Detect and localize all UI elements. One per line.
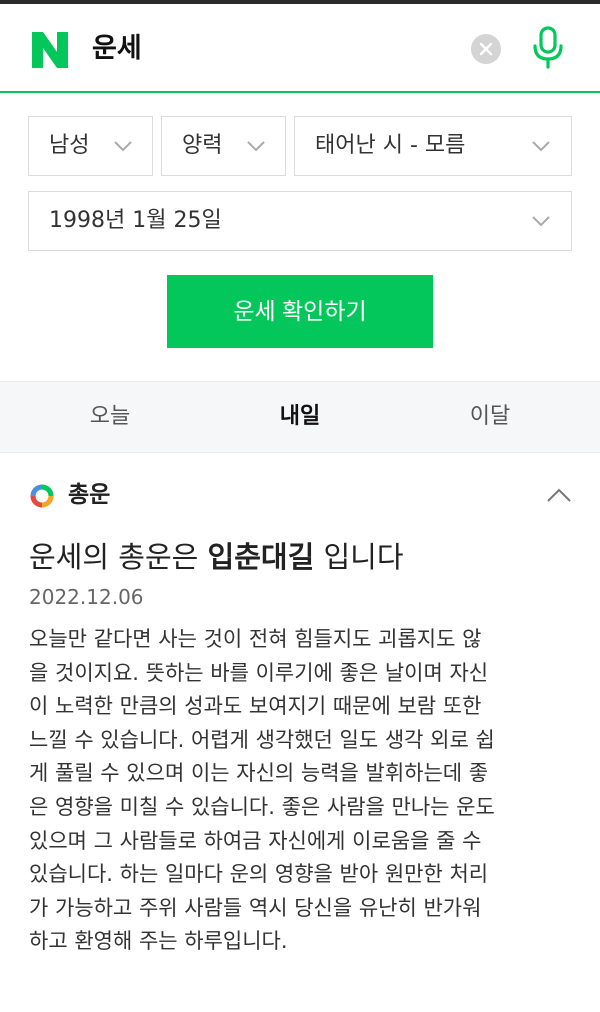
ring-icon [30,484,54,508]
chevron-down-icon [114,141,132,152]
description-line: 느낄 수 있습니다. 어렵게 생각했던 일도 생각 외로 쉽 [29,727,495,752]
fortune-result: 총운 운세의 총운은 입춘대길 입니다 2022.12.06 오늘만 같다면 사… [0,453,600,1012]
clear-search-button[interactable] [471,34,501,64]
calendar-type-value: 양력 [182,133,223,158]
microphone-icon[interactable] [532,26,564,70]
headline-prefix: 운세의 총운은 [29,540,208,574]
fortune-form: 남성 양력 태어난 시 - 모름 1998년 1월 25일 운세 확인하기 [0,95,600,381]
description-line: 이 노력한 만큼의 성과도 보여지기 때문에 보람 또한 [29,694,482,719]
gender-value: 남성 [49,133,90,158]
headline-keyword: 입춘대길 [207,540,315,574]
fortune-headline: 운세의 총운은 입춘대길 입니다 [29,537,404,577]
description-line: 은 영향을 미칠 수 있습니다. 좋은 사람을 만나는 운도 [29,794,495,819]
description-line: 을 것이지요. 뜻하는 바를 이루기에 좋은 날이며 자신 [29,660,489,685]
search-query[interactable]: 운세 [92,31,142,67]
birth-time-select[interactable]: 태어난 시 - 모름 [294,116,572,176]
fortune-description: 오늘만 같다면 사는 것이 전혀 힘들지도 괴롭지도 않 을 것이지요. 뜻하는… [29,623,574,959]
naver-logo[interactable] [30,30,70,70]
description-line: 오늘만 같다면 사는 것이 전혀 힘들지도 괴롭지도 않 [29,627,482,651]
chevron-down-icon [247,141,265,152]
fortune-date: 2022.12.06 [29,585,144,609]
section-title: 총운 [68,482,111,508]
tab-this-month[interactable]: 이달 [390,382,590,452]
tab-tomorrow[interactable]: 내일 [200,382,400,452]
birth-time-value: 태어난 시 - 모름 [315,133,466,158]
check-fortune-button[interactable]: 운세 확인하기 [167,275,433,348]
calendar-type-select[interactable]: 양력 [161,116,286,176]
description-line: 가 가능하고 주위 사람들 역시 당신을 유난히 반가워 [29,895,482,920]
period-tabs: 오늘 내일 이달 [0,381,600,453]
description-line: 하고 환영해 주는 하루입니다. [29,929,288,954]
close-icon [479,42,493,56]
chevron-down-icon [532,141,550,152]
headline-suffix: 입니다 [314,540,404,574]
gender-select[interactable]: 남성 [28,116,153,176]
description-line: 있습니다. 하는 일마다 운의 영향을 받아 원만한 처리 [29,862,489,887]
search-bar: 운세 [0,4,600,93]
birth-date-value: 1998년 1월 25일 [49,208,222,233]
birth-date-select[interactable]: 1998년 1월 25일 [28,191,572,251]
description-line: 게 풀릴 수 있으며 이는 자신의 능력을 발휘하는데 좋 [29,761,489,786]
chevron-up-icon[interactable] [546,487,572,503]
tab-today[interactable]: 오늘 [10,382,210,452]
description-line: 있으며 그 사람들로 하여금 자신에게 이로움을 줄 수 [29,828,482,853]
chevron-down-icon [532,216,550,227]
